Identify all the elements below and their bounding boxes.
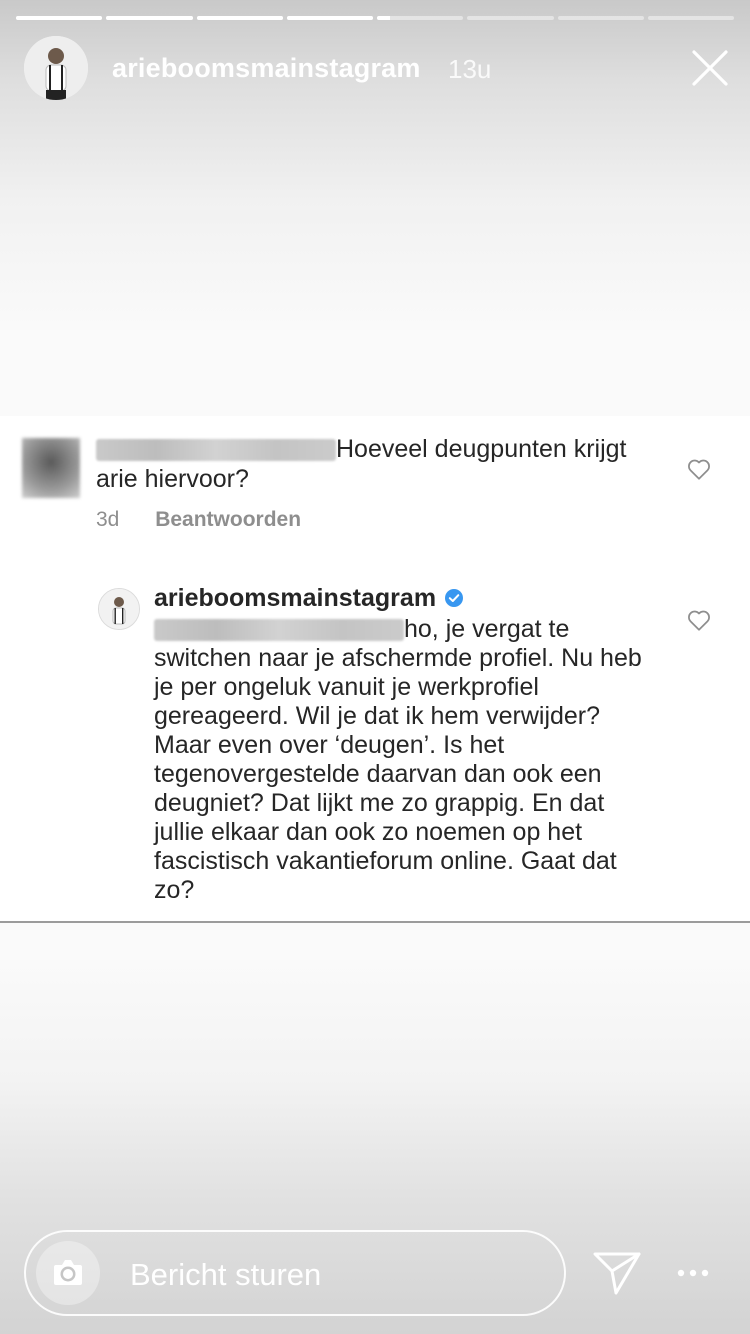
message-placeholder: Bericht sturen xyxy=(130,1257,322,1292)
comment-meta: 3d Beantwoorden xyxy=(96,508,301,532)
progress-segment xyxy=(106,16,193,20)
progress-segment xyxy=(377,16,464,20)
comment-age: 3d xyxy=(96,508,120,531)
verified-badge-icon xyxy=(444,586,464,615)
comment-body: Hoeveel deugpunten krijgt arie hiervoor? xyxy=(96,434,666,494)
blurred-mentioned-name xyxy=(154,619,404,642)
camera-button[interactable] xyxy=(36,1241,100,1305)
progress-fill xyxy=(106,16,193,20)
progress-fill xyxy=(196,16,283,20)
reply-text: ho, je vergat te switchen naar je afsche… xyxy=(154,615,642,904)
reply-button[interactable]: Beantwoorden xyxy=(155,508,301,531)
progress-fill xyxy=(377,16,390,20)
camera-icon xyxy=(54,1260,82,1285)
progress-segment xyxy=(647,16,734,20)
progress-segment xyxy=(16,16,103,20)
reply-author-avatar[interactable] xyxy=(98,588,140,630)
progress-segment xyxy=(286,16,373,20)
progress-segment xyxy=(196,16,283,20)
reply-username[interactable]: arieboomsmainstagram xyxy=(154,584,436,612)
story-timestamp: 13u xyxy=(448,54,492,84)
story-progress-bar xyxy=(16,16,734,20)
progress-segment xyxy=(557,16,644,20)
heart-icon[interactable] xyxy=(686,456,712,482)
progress-segment xyxy=(467,16,554,20)
reply-body: arieboomsmainstagram ho, je vergat te sw… xyxy=(154,584,659,905)
send-icon[interactable] xyxy=(592,1250,642,1296)
profile-avatar[interactable] xyxy=(24,36,88,100)
heart-icon[interactable] xyxy=(686,607,712,633)
blurred-commenter-name xyxy=(96,439,336,462)
progress-fill xyxy=(16,16,103,20)
commenter-avatar-blurred xyxy=(22,438,80,498)
message-input[interactable]: Bericht sturen xyxy=(24,1230,566,1316)
close-icon[interactable] xyxy=(690,48,730,88)
progress-fill xyxy=(286,16,373,20)
more-icon[interactable] xyxy=(672,1258,716,1288)
story-header: arieboomsmainstagram 13u xyxy=(24,36,730,100)
story-username[interactable]: arieboomsmainstagram xyxy=(112,53,421,84)
comment-screenshot: Hoeveel deugpunten krijgt arie hiervoor?… xyxy=(0,416,750,923)
